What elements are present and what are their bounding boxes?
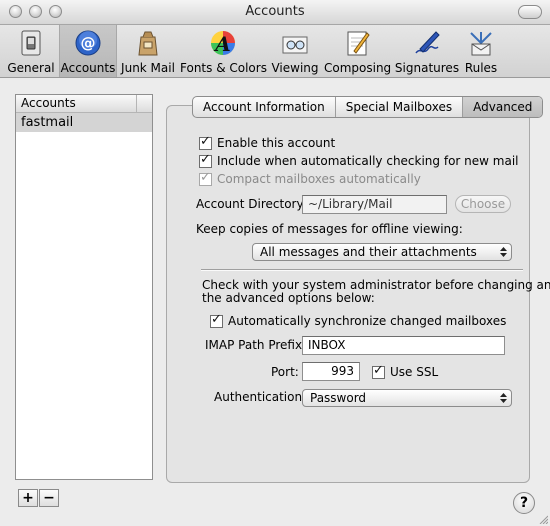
checkbox-checked[interactable] [372, 363, 385, 379]
toolbar-viewing[interactable]: Viewing [270, 25, 320, 77]
remove-account-button[interactable]: − [39, 489, 59, 507]
admin-note-line2: the advanced options below: [202, 291, 375, 305]
account-directory-label: Account Directory: [196, 197, 307, 211]
authentication-popup[interactable]: Password [302, 389, 512, 407]
pencil-paper-icon [347, 31, 370, 56]
font-color-icon: A [211, 31, 235, 56]
include-checking-checkbox[interactable]: Include when automatically checking for … [199, 152, 519, 168]
toolbar-rules[interactable]: Rules [462, 25, 500, 77]
checkbox-checked[interactable] [199, 152, 212, 168]
svg-text:A: A [213, 32, 231, 56]
column-divider [136, 95, 137, 112]
tab-advanced[interactable]: Advanced [462, 97, 543, 117]
pen-signature-icon [415, 31, 440, 54]
add-account-button[interactable]: + [18, 489, 38, 507]
use-ssl-checkbox[interactable]: Use SSL [372, 363, 438, 379]
checkbox-checked [199, 170, 212, 186]
accounts-list-header[interactable]: Accounts [16, 95, 152, 113]
toolbar-toggle-button[interactable] [518, 5, 542, 19]
port-label: Port: [271, 365, 299, 379]
checkbox-checked[interactable] [210, 312, 223, 328]
toolbar-accounts[interactable]: @ Accounts [59, 25, 117, 77]
junk-bag-icon [138, 31, 158, 56]
imap-prefix-label: IMAP Path Prefix: [205, 338, 307, 352]
choose-button: Choose [455, 195, 511, 213]
checkbox-checked[interactable] [199, 134, 212, 150]
tab-account-information[interactable]: Account Information [193, 97, 335, 117]
imap-prefix-field[interactable]: INBOX [302, 336, 505, 355]
tab-special-mailboxes[interactable]: Special Mailboxes [334, 97, 462, 117]
authentication-label: Authentication: [214, 390, 307, 404]
toolbar-general[interactable]: General [6, 25, 56, 77]
toolbar-junk-mail[interactable]: Junk Mail [120, 25, 176, 77]
toolbar-signatures[interactable]: Signatures [394, 25, 460, 77]
accounts-list[interactable]: Accounts fastmail [15, 94, 153, 480]
window-title: Accounts [245, 4, 305, 19]
account-directory-field: ~/Library/Mail [302, 195, 447, 214]
enable-account-checkbox[interactable]: Enable this account [199, 134, 335, 150]
toolbar-fonts-colors[interactable]: A Fonts & Colors [180, 25, 267, 77]
sync-mailboxes-checkbox[interactable]: Automatically synchronize changed mailbo… [210, 312, 506, 328]
popup-arrows-icon [500, 393, 507, 403]
keep-copies-label: Keep copies of messages for offline view… [196, 222, 463, 236]
section-divider [201, 269, 523, 271]
account-row-fastmail[interactable]: fastmail [16, 113, 152, 132]
compact-mailboxes-checkbox: Compact mailboxes automatically [199, 170, 421, 186]
keep-copies-popup[interactable]: All messages and their attachments [252, 243, 512, 261]
light-switch-icon [21, 30, 41, 56]
toolbar-composing[interactable]: Composing [324, 25, 391, 77]
at-sign-icon: @ [75, 30, 101, 56]
port-field[interactable]: 993 [302, 362, 360, 381]
admin-note-line1: Check with your system administrator bef… [202, 278, 550, 292]
account-tabs: Account Information Special Mailboxes Ad… [192, 96, 544, 118]
title-bar: Accounts [0, 0, 550, 25]
help-button[interactable]: ? [513, 492, 535, 514]
rules-envelope-icon [470, 32, 492, 56]
glasses-icon [282, 36, 308, 54]
popup-arrows-icon [500, 247, 507, 257]
svg-text:@: @ [81, 34, 96, 52]
resize-grip-icon[interactable] [538, 514, 548, 524]
preferences-toolbar: General @ Accounts Junk Mail A Fonts & C… [0, 25, 550, 78]
